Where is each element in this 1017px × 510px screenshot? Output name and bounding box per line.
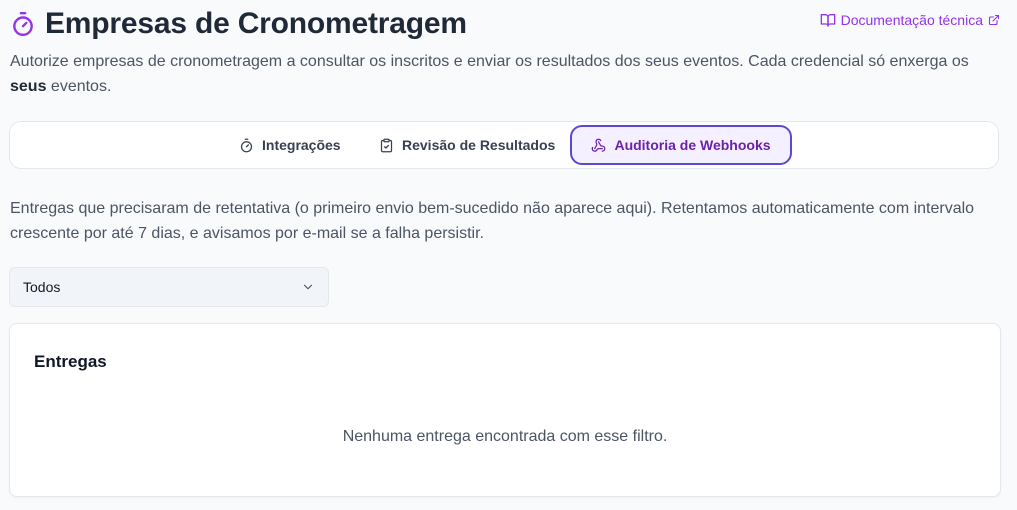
webhooks-description: Entregas que precisaram de retentativa (… [10, 200, 975, 242]
book-open-icon [820, 12, 836, 28]
status-filter-select[interactable]: Todos [9, 267, 329, 307]
tab-bar: Integrações Revisão de Resultados Audito… [9, 121, 999, 169]
intro-text-start: Autorize empresas de cronometragem a con… [10, 53, 969, 70]
stopwatch-icon [10, 11, 36, 37]
webhook-icon [591, 138, 606, 153]
documentation-link[interactable]: Documentação técnica [820, 12, 1000, 28]
tab-auditoria-webhooks[interactable]: Auditoria de Webhooks [570, 125, 792, 165]
tab-integracoes[interactable]: Integrações [239, 125, 341, 165]
page-header: Empresas de Cronometragem [10, 4, 467, 44]
intro-text-end: eventos. [46, 78, 112, 95]
chevron-down-icon [301, 280, 315, 294]
clipboard-check-icon [379, 138, 394, 153]
tab-revisao-resultados[interactable]: Revisão de Resultados [379, 125, 555, 165]
external-link-icon [988, 14, 1000, 26]
stopwatch-icon [239, 138, 254, 153]
tab-label: Integrações [262, 137, 341, 153]
deliveries-title: Entregas [34, 352, 107, 371]
filter-selected-value: Todos [23, 279, 61, 295]
tab-label: Revisão de Resultados [402, 137, 556, 153]
empty-state-message: Nenhuma entrega encontrada com esse filt… [342, 428, 668, 445]
documentation-link-label: Documentação técnica [840, 12, 983, 28]
deliveries-card: Entregas Nenhuma entrega encontrada com … [9, 323, 1001, 497]
intro-text: Autorize empresas de cronometragem a con… [10, 49, 1000, 99]
intro-text-bold: seus [10, 78, 47, 95]
tab-label: Auditoria de Webhooks [614, 137, 771, 153]
page-title: Empresas de Cronometragem [45, 7, 467, 40]
